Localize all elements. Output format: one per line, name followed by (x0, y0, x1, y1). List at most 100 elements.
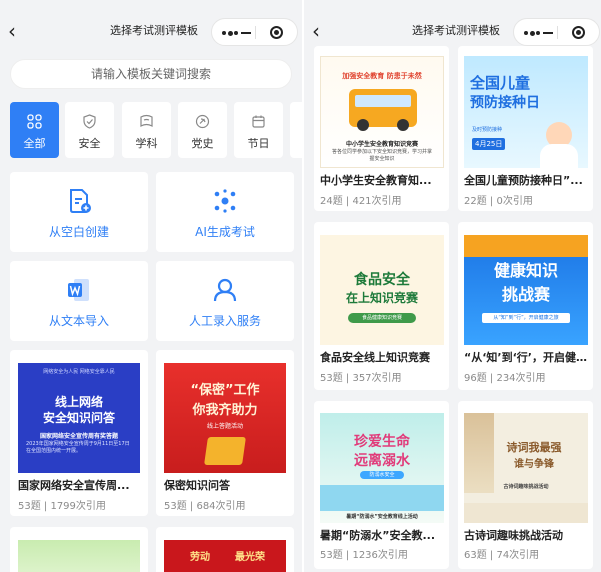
template-title: 全国儿童预防接种日”... (464, 174, 583, 187)
template-title: “从‘知’到‘行’，开启健... (464, 351, 588, 364)
category-label: 学科 (135, 137, 158, 150)
template-title: 国家网络安全宣传周... (18, 479, 130, 492)
right-phone-screen: ‹ 选择考试测评模板 加强安全教育 防患于未然 中小学生安全教育知识竞赛 答各位… (304, 0, 601, 572)
ai-generate-button[interactable]: AI生成考试 (156, 172, 294, 252)
thumb-headline: 你我齐助力 (192, 403, 258, 418)
thumb-headline: 预防接种日 (470, 95, 540, 111)
mini-program-capsule (211, 18, 298, 46)
school-bus-graphic (349, 89, 417, 131)
template-card[interactable]: 加强安全教育 防患于未然 中小学生安全教育知识竞赛 答各位同学参加以下安全知识竞… (314, 46, 449, 211)
action-label: 从文本导入 (48, 314, 109, 328)
template-meta: 53题 | 1236次引用 (320, 550, 408, 561)
template-thumbnail: 劳动 最光荣 (164, 540, 286, 572)
close-target-icon[interactable] (572, 26, 585, 39)
water-graphic (320, 485, 444, 511)
thumb-headline: 挑战赛 (501, 285, 550, 304)
thumb-subtitle: 线上答题活动 (206, 423, 243, 430)
thumb-headline: 谁与争锋 (514, 459, 554, 470)
template-card[interactable]: 珍爱生命 远离溺水 防溺水安全 暑期“防溺水”安全教育线上活动 暑期“防溺水”安… (314, 401, 449, 569)
search-bar[interactable] (10, 59, 292, 89)
document-add-icon (70, 189, 91, 213)
person-icon (213, 278, 237, 302)
template-card[interactable]: 健康知识 挑战赛 从“知”到“行”，开启健康之旅 “从‘知’到‘行’，开启健..… (458, 222, 593, 390)
subject-icon (140, 114, 153, 128)
category-subject[interactable]: 学科 (122, 102, 171, 158)
template-thumbnail: “保密”工作 你我齐助力 线上答题活动 (164, 363, 286, 473)
template-card[interactable]: 全国儿童 预防接种日 及时预防接种 4月25日 全国儿童预防接种日”... 22… (458, 46, 593, 211)
calendar-icon (252, 115, 265, 128)
template-thumbnail: 全国儿童 预防接种日 及时预防接种 4月25日 (464, 56, 588, 168)
template-title: 食品安全线上知识竞赛 (320, 351, 430, 364)
thumb-caption: 网络安全为人民 网络安全靠人民 (43, 369, 115, 375)
capsule-divider (557, 26, 558, 39)
template-title: 中小学生安全教育知... (320, 174, 432, 187)
action-label: 从空白创建 (48, 225, 109, 239)
thumb-subtitle: 从“知”到“行”，开启健康之旅 (482, 313, 570, 323)
thumb-headline: 最光荣 (235, 552, 265, 563)
thumb-headline: 诗词我最强 (506, 441, 562, 454)
thumb-headline: 全国儿童 (470, 74, 531, 92)
category-label: 安全 (78, 137, 101, 150)
template-thumbnail: 珍爱生命 远离溺水 防溺水安全 暑期“防溺水”安全教育线上活动 (320, 413, 444, 523)
template-card[interactable]: 网络安全为人民 网络安全靠人民 线上网络 安全知识问答 国家网络安全宣传周有奖答… (10, 350, 148, 516)
grid-icon (27, 114, 42, 129)
template-meta: 53题 | 357次引用 (320, 373, 402, 384)
category-overflow (290, 102, 302, 158)
template-meta: 53题 | 684次引用 (164, 501, 246, 512)
import-text-button[interactable]: 从文本导入 (10, 261, 148, 341)
thumb-subtitle: 中小学生安全教育知识竞赛 (345, 141, 418, 148)
thumb-body: 答各位同学参加以下安全知识竞赛，学习并掌握安全知识 (331, 149, 432, 162)
ai-dots-icon (214, 189, 236, 213)
template-meta: 22题 | 0次引用 (464, 196, 533, 207)
category-label: 全部 (23, 137, 46, 150)
page-title: 选择考试测评模板 (110, 24, 198, 37)
back-icon[interactable]: ‹ (312, 20, 332, 42)
more-icon[interactable] (222, 30, 238, 36)
word-icon (68, 279, 89, 301)
shield-icon (83, 114, 96, 129)
thumb-subtitle: 古诗词趣味挑战活动 (503, 484, 549, 490)
manual-entry-button[interactable]: 人工录入服务 (156, 261, 294, 341)
thumb-subtitle: 国家网络安全宣传周有奖答题 (39, 433, 118, 440)
mini-program-capsule (513, 18, 600, 46)
template-title: 古诗词趣味挑战活动 (464, 529, 563, 542)
template-meta: 53题 | 1799次引用 (18, 501, 106, 512)
template-card[interactable] (10, 527, 148, 572)
folder-graphic (204, 437, 246, 465)
thumb-headline: 在上知识竞赛 (345, 291, 418, 305)
thumb-subtitle: 食品健康知识竞赛 (348, 313, 416, 323)
more-icon[interactable] (524, 30, 540, 36)
minimize-icon[interactable] (241, 32, 251, 34)
template-thumbnail: 诗词我最强 谁与争锋 古诗词趣味挑战活动 (464, 413, 588, 523)
capsule-divider (255, 26, 256, 39)
template-card[interactable]: 食品安全 在上知识竞赛 食品健康知识竞赛 食品安全线上知识竞赛 53题 | 35… (314, 222, 449, 390)
thumb-headline: 安全知识问答 (42, 411, 115, 425)
template-card[interactable]: 劳动 最光荣 (156, 527, 294, 572)
left-phone-screen: ‹ 选择考试测评模板 全部 安全 学科 (0, 0, 302, 572)
thumb-headline: “保密”工作 (190, 383, 260, 398)
thumb-headline: 健康知识 (493, 261, 558, 280)
template-meta: 96题 | 234次引用 (464, 373, 546, 384)
thumb-body: 2023年国家网络安全宣传周于9月11日至17日在全国范围内统一开展。 (26, 441, 130, 454)
thumb-body: 暑期“防溺水”安全教育线上活动 (346, 514, 418, 520)
template-card[interactable]: 诗词我最强 谁与争锋 古诗词趣味挑战活动 古诗词趣味挑战活动 63题 | 74次… (458, 401, 593, 569)
category-all[interactable]: 全部 (10, 102, 59, 158)
thumb-headline: 珍爱生命 (354, 434, 410, 450)
category-party-history[interactable]: 党史 (178, 102, 227, 158)
template-thumbnail: 健康知识 挑战赛 从“知”到“行”，开启健康之旅 (464, 235, 588, 345)
category-safety[interactable]: 安全 (65, 102, 114, 158)
party-icon (195, 114, 210, 129)
search-input[interactable] (11, 60, 291, 88)
category-festival[interactable]: 节日 (234, 102, 283, 158)
close-target-icon[interactable] (270, 26, 283, 39)
create-blank-button[interactable]: 从空白创建 (10, 172, 148, 252)
minimize-icon[interactable] (543, 32, 553, 34)
template-meta: 24题 | 421次引用 (320, 196, 402, 207)
nav-bar: ‹ 选择考试测评模板 (0, 0, 302, 62)
template-card[interactable]: “保密”工作 你我齐助力 线上答题活动 保密知识问答 53题 | 684次引用 (156, 350, 294, 516)
thumb-subtitle: 及时预防接种 (472, 127, 503, 133)
template-title: 暑期“防溺水”安全教... (320, 529, 435, 542)
template-thumbnail (18, 540, 140, 572)
category-label: 节日 (247, 137, 270, 150)
back-icon[interactable]: ‹ (8, 20, 28, 42)
